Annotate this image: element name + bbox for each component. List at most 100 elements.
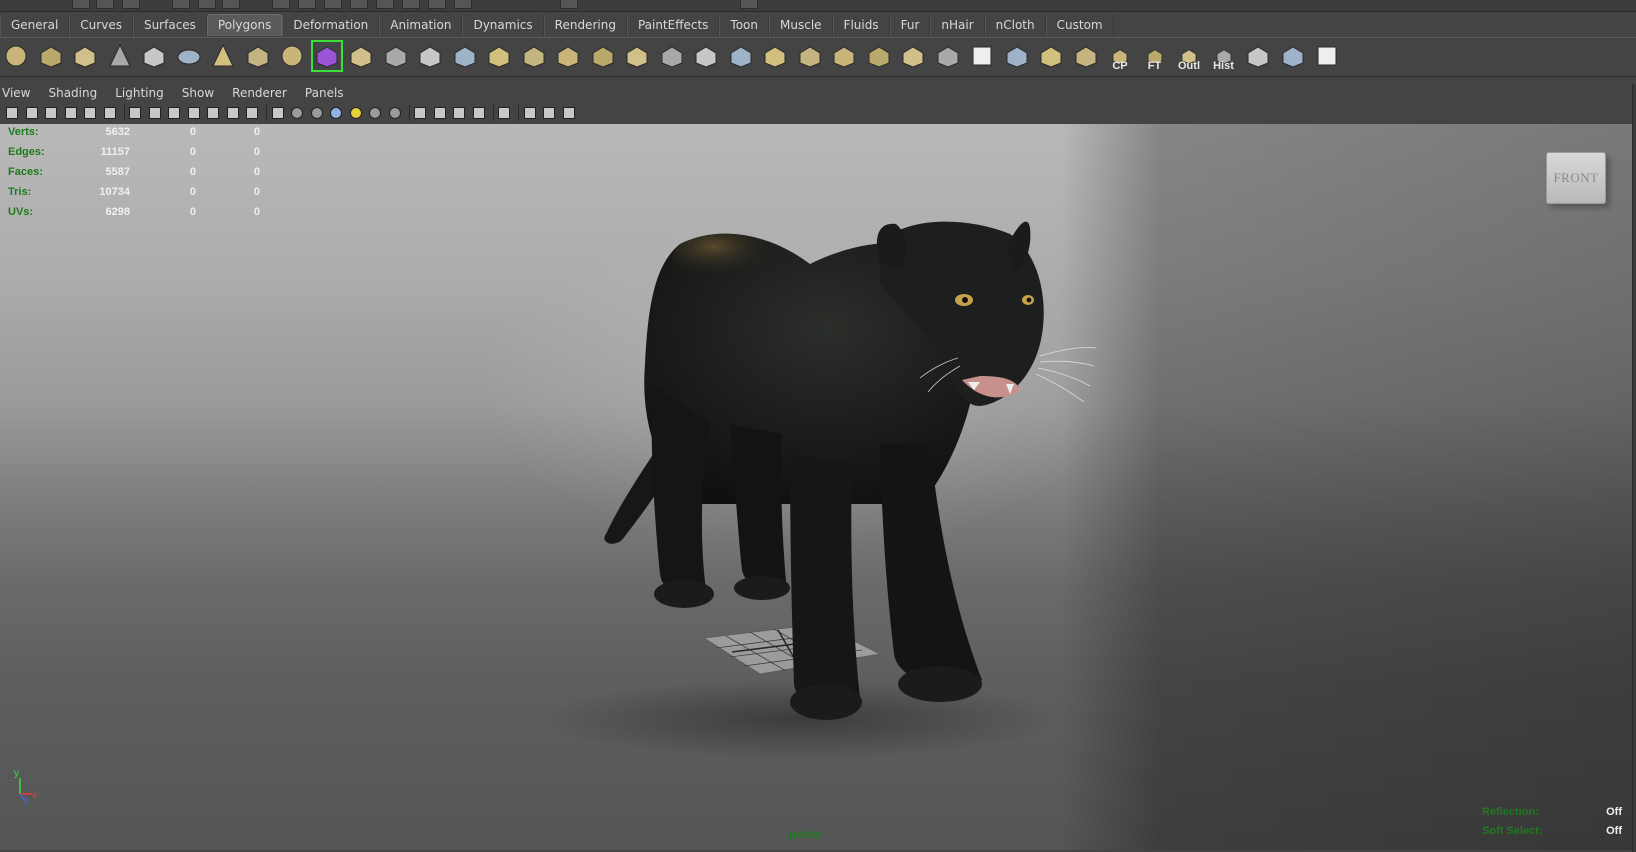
top-tool-stub[interactable]	[324, 0, 342, 9]
top-tool-stub[interactable]	[222, 0, 240, 9]
shelf-tab-polygons[interactable]: Polygons	[206, 14, 283, 36]
top-tool-stub[interactable]	[740, 0, 758, 9]
sculpt-icon[interactable]	[863, 40, 895, 72]
split-polygon-icon[interactable]	[552, 40, 584, 72]
camera-attributes-icon[interactable]	[24, 105, 40, 121]
poly-pipe-icon[interactable]	[242, 40, 274, 72]
textured-icon[interactable]	[328, 105, 344, 121]
top-tool-stub[interactable]	[428, 0, 446, 9]
transfer-attributes-icon[interactable]	[1242, 40, 1274, 72]
top-tool-stub[interactable]	[96, 0, 114, 9]
shelf-tab-painteffects[interactable]: PaintEffects	[626, 15, 720, 36]
top-tool-stub[interactable]	[298, 0, 316, 9]
bridge-icon[interactable]	[483, 40, 515, 72]
viewcube-front-face[interactable]: FRONT	[1546, 152, 1606, 204]
create-polygon-tool-icon[interactable]	[310, 40, 343, 72]
grease-pencil-icon[interactable]	[102, 105, 118, 121]
xray-icon[interactable]	[412, 105, 428, 121]
poke-icon[interactable]	[794, 40, 826, 72]
field-chart-icon[interactable]	[205, 105, 221, 121]
top-tool-stub[interactable]	[376, 0, 394, 9]
poly-torus-icon[interactable]	[173, 40, 205, 72]
safe-title-icon[interactable]	[244, 105, 260, 121]
perspective-viewport[interactable]: Verts: 5632 0 0 Edges: 11157 0 0 Faces: 5587 0 0 Tri…	[0, 124, 1632, 850]
wireframe-on-shaded-icon[interactable]	[309, 105, 325, 121]
bookmarks-icon[interactable]	[43, 105, 59, 121]
shadows-icon[interactable]	[367, 105, 383, 121]
shelf-tab-nhair[interactable]: nHair	[930, 15, 985, 36]
offset-edge-loop-icon[interactable]	[621, 40, 653, 72]
panther-model[interactable]	[0, 124, 1632, 850]
safe-action-icon[interactable]	[225, 105, 241, 121]
top-tool-stub[interactable]	[72, 0, 90, 9]
poly-sphere-icon[interactable]	[0, 40, 32, 72]
top-tool-stub[interactable]	[198, 0, 216, 9]
cylindrical-mapping-icon[interactable]	[932, 40, 964, 72]
smooth-proxy-icon[interactable]	[414, 40, 446, 72]
merge-vertices-icon[interactable]	[690, 40, 722, 72]
shelf-tab-custom[interactable]: Custom	[1045, 15, 1114, 36]
uv-texture-editor-icon[interactable]	[1001, 40, 1033, 72]
wedge-icon[interactable]	[759, 40, 791, 72]
image-plane-icon[interactable]	[63, 105, 79, 121]
collapse-icon[interactable]	[725, 40, 757, 72]
top-tool-stub[interactable]	[560, 0, 578, 9]
shelf-tab-animation[interactable]: Animation	[379, 15, 463, 36]
hud-icon[interactable]	[522, 105, 538, 121]
shelf-tab-fluids[interactable]: Fluids	[832, 15, 890, 36]
panel-menu-show[interactable]: Show	[180, 86, 222, 100]
center-pivot-icon[interactable]: CP	[1104, 40, 1136, 72]
top-tool-stub[interactable]	[454, 0, 472, 9]
shelf-tab-general[interactable]: General	[0, 15, 70, 36]
shelf-tab-toon[interactable]: Toon	[719, 15, 770, 36]
planar-mapping-icon[interactable]	[897, 40, 929, 72]
soften-edge-icon[interactable]	[1277, 40, 1309, 72]
film-gate-icon[interactable]	[147, 105, 163, 121]
bevel-icon[interactable]	[656, 40, 688, 72]
separate-icon[interactable]	[380, 40, 412, 72]
ambient-occlusion-icon[interactable]	[387, 105, 403, 121]
panel-menu-view[interactable]: View	[0, 86, 38, 100]
frame-selected-icon[interactable]	[541, 105, 557, 121]
shelf-tab-muscle[interactable]: Muscle	[769, 15, 833, 36]
history-icon[interactable]: Hist	[1208, 40, 1240, 72]
panel-menu-shading[interactable]: Shading	[46, 86, 105, 100]
select-camera-icon[interactable]	[4, 105, 20, 121]
use-all-lights-icon[interactable]	[348, 105, 364, 121]
poly-cylinder-icon[interactable]	[69, 40, 101, 72]
insert-edge-loop-icon[interactable]	[587, 40, 619, 72]
shelf-tab-ncloth[interactable]: nCloth	[984, 15, 1046, 36]
shelf-tab-surfaces[interactable]: Surfaces	[132, 15, 207, 36]
combine-icon[interactable]	[345, 40, 377, 72]
xray-joints-icon[interactable]	[432, 105, 448, 121]
poly-cube-icon[interactable]	[35, 40, 67, 72]
top-tool-stub[interactable]	[350, 0, 368, 9]
smooth-wireframe-icon[interactable]	[471, 105, 487, 121]
panel-menu-panels[interactable]: Panels	[303, 86, 352, 100]
shelf-tab-fur[interactable]: Fur	[889, 15, 931, 36]
outliner-icon[interactable]: Outl	[1173, 40, 1205, 72]
poly-pyramid-icon[interactable]	[207, 40, 239, 72]
uv-checker-icon[interactable]	[966, 40, 998, 72]
frame-all-icon[interactable]	[561, 105, 577, 121]
uv-grid-icon[interactable]	[1311, 40, 1343, 72]
poly-soccer-ball-icon[interactable]	[276, 40, 308, 72]
wireframe-icon[interactable]	[270, 105, 286, 121]
uv-layout-icon[interactable]	[1070, 40, 1102, 72]
2d-pan-zoom-icon[interactable]	[82, 105, 98, 121]
gate-mask-icon[interactable]	[186, 105, 202, 121]
panel-menu-renderer[interactable]: Renderer	[230, 86, 295, 100]
freeze-transforms-icon[interactable]: FT	[1139, 40, 1171, 72]
top-tool-stub[interactable]	[272, 0, 290, 9]
uv-snapshot-icon[interactable]	[1035, 40, 1067, 72]
top-tool-stub[interactable]	[122, 0, 140, 9]
shelf-tab-deformation[interactable]: Deformation	[282, 15, 380, 36]
shelf-tab-rendering[interactable]: Rendering	[543, 15, 627, 36]
viewcube[interactable]: FRONT	[1546, 152, 1608, 204]
isolate-select-icon[interactable]	[496, 105, 512, 121]
top-tool-stub[interactable]	[172, 0, 190, 9]
smooth-shade-icon[interactable]	[289, 105, 305, 121]
panel-menu-lighting[interactable]: Lighting	[113, 86, 172, 100]
append-polygon-icon[interactable]	[518, 40, 550, 72]
poly-plane-icon[interactable]	[138, 40, 170, 72]
